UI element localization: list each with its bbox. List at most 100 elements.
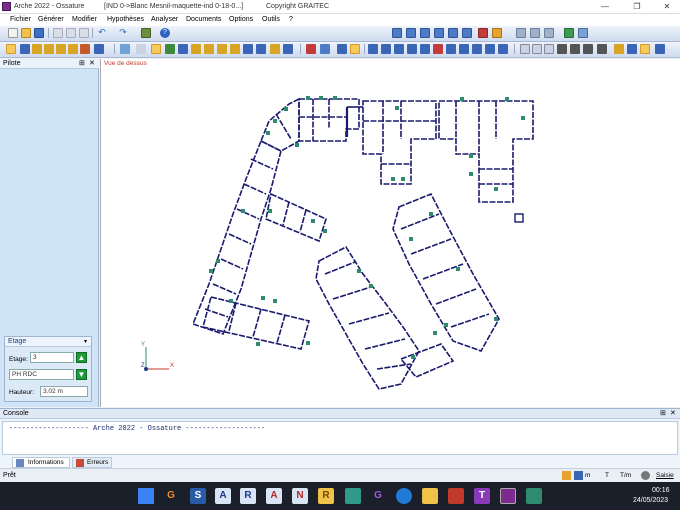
g2-app-icon[interactable]: G: [370, 488, 386, 504]
layer-a-icon[interactable]: [520, 44, 530, 54]
r-app-icon[interactable]: R: [240, 488, 256, 504]
unit-length[interactable]: m: [585, 472, 590, 479]
node-marker[interactable]: [266, 131, 270, 135]
node-marker[interactable]: [306, 341, 310, 345]
node-marker[interactable]: [494, 187, 498, 191]
node-marker[interactable]: [216, 259, 220, 263]
paste-icon[interactable]: [79, 28, 89, 38]
snap-inter-icon[interactable]: [178, 44, 188, 54]
node-marker[interactable]: [357, 269, 361, 273]
edge-icon[interactable]: [396, 488, 412, 504]
snap-angle-icon[interactable]: [243, 44, 253, 54]
view-persp-icon[interactable]: [462, 28, 472, 38]
node-marker[interactable]: [469, 172, 473, 176]
menu-hypotheses[interactable]: Hypothèses: [107, 16, 144, 23]
redo-icon[interactable]: ↷: [118, 28, 128, 38]
node-marker[interactable]: [456, 267, 460, 271]
node-marker[interactable]: [411, 355, 415, 359]
node-marker[interactable]: [306, 96, 310, 100]
view-iso-icon[interactable]: [448, 28, 458, 38]
node-marker[interactable]: [505, 97, 509, 101]
calc-a-icon[interactable]: [557, 44, 567, 54]
poutre-icon[interactable]: [20, 44, 30, 54]
export-b-icon[interactable]: [627, 44, 637, 54]
tool-c-icon[interactable]: [394, 44, 404, 54]
arrow-up-icon[interactable]: ▲: [76, 352, 87, 363]
node-marker[interactable]: [401, 177, 405, 181]
node-marker[interactable]: [273, 119, 277, 123]
maximize-button[interactable]: ❐: [626, 0, 648, 14]
layer-c-icon[interactable]: [544, 44, 554, 54]
cut-icon[interactable]: [53, 28, 63, 38]
open-icon[interactable]: [21, 28, 31, 38]
node-marker[interactable]: [268, 209, 272, 213]
copy-icon[interactable]: [66, 28, 76, 38]
snap-center-icon[interactable]: [230, 44, 240, 54]
node-marker[interactable]: [521, 116, 525, 120]
tab-informations[interactable]: Informations: [12, 457, 70, 468]
pencil-icon[interactable]: [562, 471, 571, 480]
print-icon[interactable]: [141, 28, 151, 38]
menu-fichier[interactable]: Fichier: [10, 16, 31, 23]
g-app-icon[interactable]: G: [163, 488, 179, 504]
explorer-icon[interactable]: [422, 488, 438, 504]
arrow-down-icon[interactable]: ▼: [76, 369, 87, 380]
arche-active-icon[interactable]: [500, 488, 516, 504]
snap-near-icon[interactable]: [217, 44, 227, 54]
mesure-icon[interactable]: [306, 44, 316, 54]
view-3d-icon[interactable]: [392, 28, 402, 38]
node-marker[interactable]: [256, 342, 260, 346]
save-icon[interactable]: [34, 28, 44, 38]
snap-extend-icon[interactable]: [270, 44, 280, 54]
charge-icon[interactable]: [80, 44, 90, 54]
help-icon[interactable]: ?: [160, 28, 170, 38]
snap-perp-icon[interactable]: [191, 44, 201, 54]
node-marker[interactable]: [273, 299, 277, 303]
snap-at-icon[interactable]: [256, 44, 266, 54]
pin-icon[interactable]: ⊞: [79, 59, 85, 67]
node-marker[interactable]: [295, 143, 299, 147]
console-output[interactable]: ------------------- Arche 2022 - Ossatur…: [2, 421, 678, 455]
chevron-down-icon[interactable]: ▾: [84, 338, 87, 345]
node-marker[interactable]: [444, 323, 448, 327]
tool-d-icon[interactable]: [407, 44, 417, 54]
arche-app-icon[interactable]: A: [215, 488, 231, 504]
cote-icon[interactable]: [320, 44, 330, 54]
export-d-icon[interactable]: [655, 44, 665, 54]
node-marker[interactable]: [229, 299, 233, 303]
r2-app-icon[interactable]: R: [318, 488, 334, 504]
node-marker[interactable]: [429, 212, 433, 216]
menu-outils[interactable]: Outils: [262, 16, 280, 23]
node-marker[interactable]: [395, 106, 399, 110]
node-marker[interactable]: [460, 97, 464, 101]
tool-j-icon[interactable]: [485, 44, 495, 54]
n-app-icon[interactable]: N: [292, 488, 308, 504]
menu-generer[interactable]: Générer: [38, 16, 64, 23]
menu-analyser[interactable]: Analyser: [151, 16, 178, 23]
snap-icon[interactable]: [530, 28, 540, 38]
settings-icon[interactable]: [578, 28, 588, 38]
node-marker[interactable]: [369, 284, 373, 288]
tab-erreurs[interactable]: Erreurs: [72, 457, 112, 468]
view-side-icon[interactable]: [420, 28, 430, 38]
snap-mid-icon[interactable]: [165, 44, 175, 54]
layer-b-icon[interactable]: [532, 44, 542, 54]
refresh-icon[interactable]: [564, 28, 574, 38]
node-marker[interactable]: [311, 219, 315, 223]
menu-modifier[interactable]: Modifier: [72, 16, 97, 23]
snap-parallel-icon[interactable]: [283, 44, 293, 54]
photos-icon[interactable]: [345, 488, 361, 504]
windows-start-icon[interactable]: [138, 488, 154, 504]
view-top-icon[interactable]: [434, 28, 444, 38]
ouverture-icon[interactable]: [94, 44, 104, 54]
voile-icon[interactable]: [44, 44, 54, 54]
minimize-button[interactable]: —: [594, 0, 616, 14]
pencil-icon[interactable]: [492, 28, 502, 38]
tool-b-icon[interactable]: [381, 44, 391, 54]
close-icon[interactable]: ✕: [89, 59, 95, 67]
calc-d-icon[interactable]: [597, 44, 607, 54]
node-marker[interactable]: [284, 107, 288, 111]
undo-icon[interactable]: ↶: [97, 28, 107, 38]
poteau-icon[interactable]: [32, 44, 42, 54]
grid-icon[interactable]: [516, 28, 526, 38]
